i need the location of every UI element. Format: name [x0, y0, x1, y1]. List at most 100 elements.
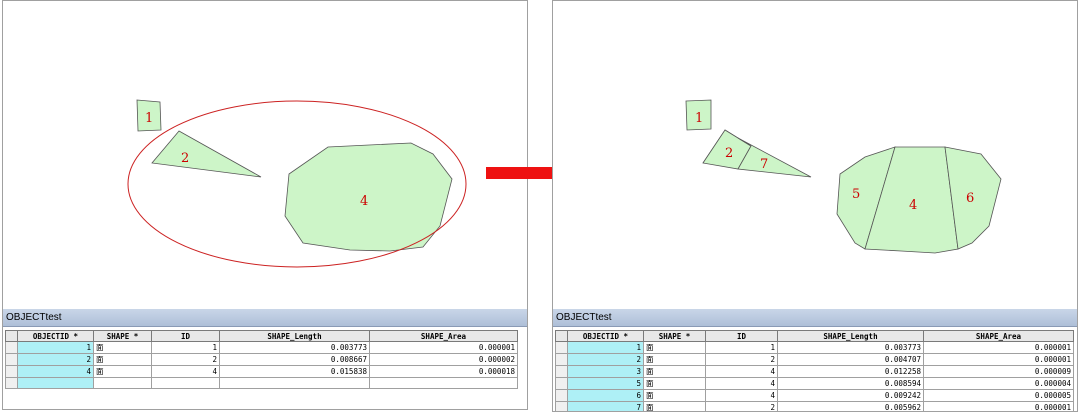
table-row[interactable]: 2 面 2 0.004707 0.000001	[555, 353, 1074, 366]
cell-objectid-empty[interactable]	[17, 377, 94, 389]
cell-objectid[interactable]: 7	[567, 401, 644, 411]
column-header-shape-area[interactable]: SHAPE_Area	[923, 330, 1074, 342]
column-header-shape[interactable]: SHAPE *	[93, 330, 152, 342]
table-row-empty[interactable]	[5, 377, 518, 389]
cell-shape-text: 面	[96, 355, 104, 364]
polygon-4[interactable]	[284, 142, 453, 252]
row-selector[interactable]	[5, 377, 18, 389]
row-selector[interactable]	[555, 353, 568, 366]
cell-shape-area[interactable]: 0.000009	[923, 365, 1074, 378]
cell-objectid[interactable]: 2	[17, 353, 94, 366]
cell-shape-area[interactable]: 0.000002	[369, 353, 518, 366]
cell-shape[interactable]: 面	[643, 365, 706, 378]
cell-objectid[interactable]: 6	[567, 389, 644, 402]
cell-shape-length[interactable]: 0.015838	[219, 365, 370, 378]
row-selector[interactable]	[555, 341, 568, 354]
cell-id[interactable]: 4	[705, 377, 778, 390]
row-selector[interactable]	[555, 389, 568, 402]
row-selector[interactable]	[5, 353, 18, 366]
row-selector[interactable]	[555, 401, 568, 411]
cell-shape-area[interactable]: 0.000001	[923, 401, 1074, 411]
table-row[interactable]: 5 面 4 0.008594 0.000004	[555, 377, 1074, 390]
cell-shape-area[interactable]: 0.000001	[369, 341, 518, 354]
column-header-shape-length[interactable]: SHAPE_Length	[219, 330, 370, 342]
cell-shape[interactable]: 面	[643, 401, 706, 411]
cell-id[interactable]: 1	[151, 341, 220, 354]
column-header-id[interactable]: ID	[151, 330, 220, 342]
cell-empty[interactable]	[151, 377, 220, 389]
polygon-label-4: 4	[909, 198, 917, 213]
left-map-window: 1 2 4 OBJECTtest OBJECTID * SHAPE * ID S…	[2, 0, 528, 410]
column-header-id[interactable]: ID	[705, 330, 778, 342]
cell-shape-area[interactable]: 0.000001	[923, 341, 1074, 354]
cell-id[interactable]: 4	[151, 365, 220, 378]
cell-id[interactable]: 1	[705, 341, 778, 354]
cell-shape-length[interactable]: 0.005962	[777, 401, 924, 411]
polygon-label-2: 2	[181, 151, 189, 166]
left-map-canvas[interactable]: 1 2 4	[3, 1, 527, 307]
right-map-canvas[interactable]: 1 2 7 5 4 6	[553, 1, 1077, 307]
polygon-label-5: 5	[852, 187, 860, 202]
cell-shape-length[interactable]: 0.003773	[777, 341, 924, 354]
row-selector[interactable]	[555, 377, 568, 390]
column-header-shape[interactable]: SHAPE *	[643, 330, 706, 342]
row-selector-header[interactable]	[555, 330, 568, 342]
cell-empty[interactable]	[369, 377, 518, 389]
cell-objectid[interactable]: 1	[567, 341, 644, 354]
polygon-label-2: 2	[725, 146, 733, 161]
cell-id[interactable]: 2	[705, 401, 778, 411]
cell-id[interactable]: 2	[705, 353, 778, 366]
cell-empty[interactable]	[93, 377, 152, 389]
cell-id[interactable]: 4	[705, 365, 778, 378]
cell-shape[interactable]: 面	[643, 377, 706, 390]
cell-shape-length[interactable]: 0.012258	[777, 365, 924, 378]
table-row[interactable]: 3 面 4 0.012258 0.000009	[555, 365, 1074, 378]
table-row[interactable]: 6 面 4 0.009242 0.000005	[555, 389, 1074, 402]
column-header-shape-area[interactable]: SHAPE_Area	[369, 330, 518, 342]
cell-shape-area[interactable]: 0.000001	[923, 353, 1074, 366]
table-row[interactable]: 1 面 1 0.003773 0.000001	[555, 341, 1074, 354]
cell-shape-length[interactable]: 0.003773	[219, 341, 370, 354]
row-selector[interactable]	[5, 341, 18, 354]
cell-id[interactable]: 4	[705, 389, 778, 402]
cell-shape-area[interactable]: 0.000004	[923, 377, 1074, 390]
cell-shape[interactable]: 面	[93, 353, 152, 366]
row-selector[interactable]	[555, 365, 568, 378]
polygon-7[interactable]	[737, 137, 812, 178]
table-row[interactable]: 1 面 1 0.003773 0.000001	[5, 341, 518, 354]
cell-objectid[interactable]: 1	[17, 341, 94, 354]
cell-shape-text: 面	[96, 343, 104, 352]
cell-shape-length[interactable]: 0.004707	[777, 353, 924, 366]
polygon-label-7: 7	[760, 157, 768, 172]
cell-shape[interactable]: 面	[643, 389, 706, 402]
polygon-label-6: 6	[966, 191, 974, 206]
left-attribute-table: OBJECTtest OBJECTID * SHAPE * ID SHAPE_L…	[3, 309, 527, 409]
cell-shape[interactable]: 面	[93, 365, 152, 378]
row-selector[interactable]	[5, 365, 18, 378]
right-table-title: OBJECTtest	[553, 309, 1077, 327]
cell-shape[interactable]: 面	[643, 341, 706, 354]
column-header-objectid[interactable]: OBJECTID *	[17, 330, 94, 342]
row-selector-header[interactable]	[5, 330, 18, 342]
table-row[interactable]: 2 面 2 0.008667 0.000002	[5, 353, 518, 366]
cell-objectid[interactable]: 4	[17, 365, 94, 378]
cell-shape-area[interactable]: 0.000005	[923, 389, 1074, 402]
right-map-window: 1 2 7 5 4 6 OBJECTtest OBJECTID * SHAPE …	[552, 0, 1078, 412]
cell-shape[interactable]: 面	[93, 341, 152, 354]
polygon-2[interactable]	[151, 130, 262, 178]
cell-shape[interactable]: 面	[643, 353, 706, 366]
cell-shape-length[interactable]: 0.009242	[777, 389, 924, 402]
cell-empty[interactable]	[219, 377, 370, 389]
polygon-label-4: 4	[360, 194, 368, 209]
cell-objectid[interactable]: 3	[567, 365, 644, 378]
cell-shape-area[interactable]: 0.000018	[369, 365, 518, 378]
table-row[interactable]: 7 面 2 0.005962 0.000001	[555, 401, 1074, 411]
table-row[interactable]: 4 面 4 0.015838 0.000018	[5, 365, 518, 378]
cell-objectid[interactable]: 5	[567, 377, 644, 390]
cell-id[interactable]: 2	[151, 353, 220, 366]
cell-shape-length[interactable]: 0.008594	[777, 377, 924, 390]
cell-shape-length[interactable]: 0.008667	[219, 353, 370, 366]
column-header-shape-length[interactable]: SHAPE_Length	[777, 330, 924, 342]
cell-objectid[interactable]: 2	[567, 353, 644, 366]
column-header-objectid[interactable]: OBJECTID *	[567, 330, 644, 342]
